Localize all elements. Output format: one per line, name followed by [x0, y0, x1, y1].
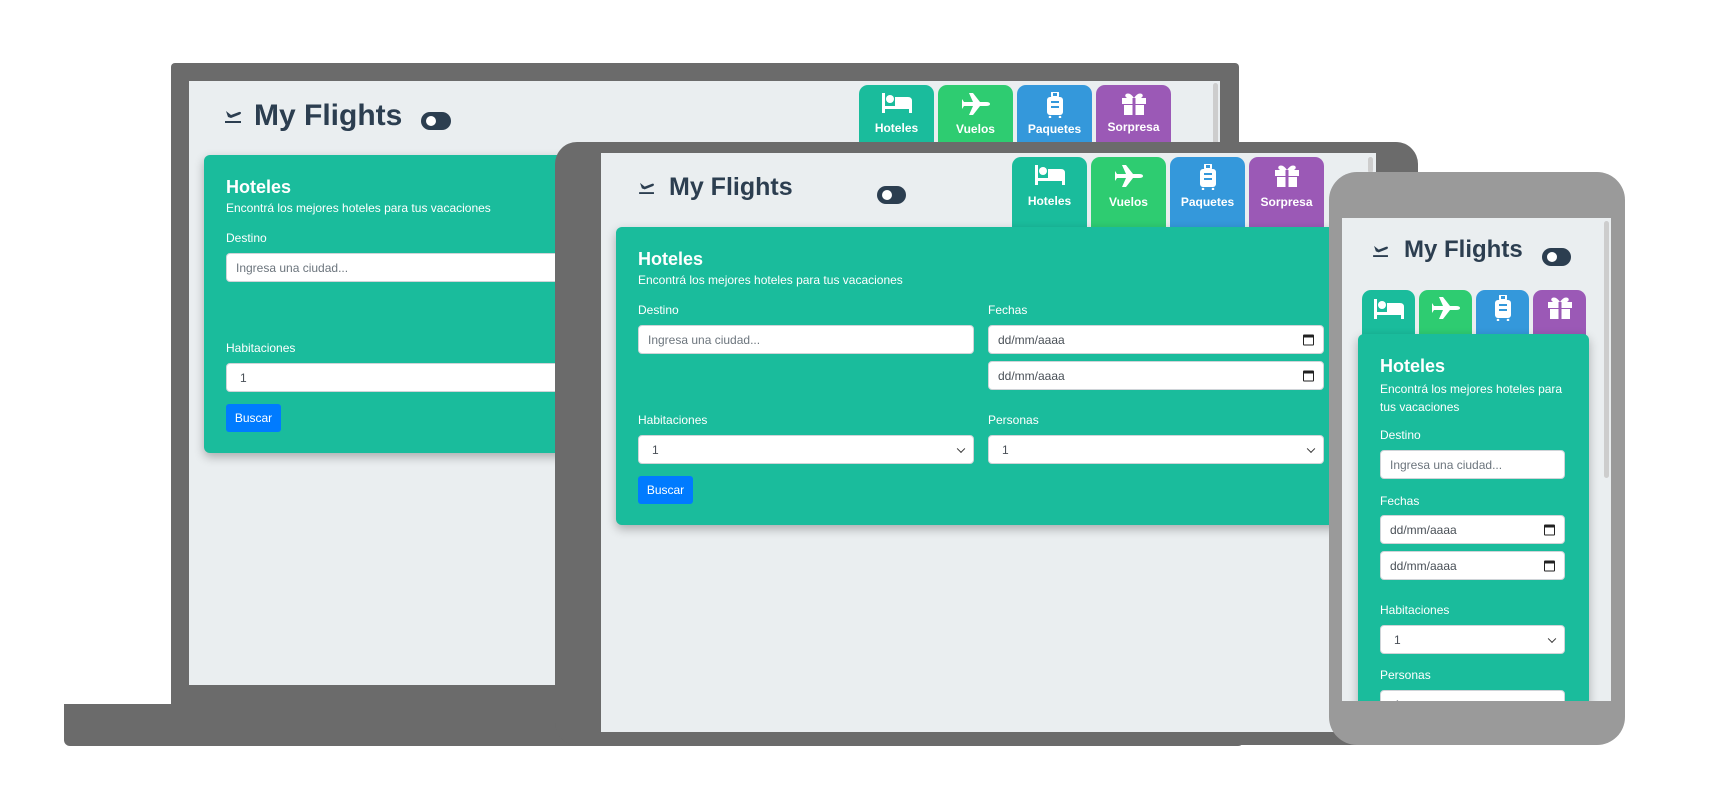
- brand: My Flights: [639, 173, 793, 202]
- gift-icon: [1121, 93, 1146, 115]
- suitcase-icon: [1494, 295, 1511, 321]
- habitaciones-select[interactable]: 1: [1380, 625, 1565, 654]
- habitaciones-label: Habitaciones: [226, 341, 296, 355]
- plane-departure-icon: [639, 182, 654, 194]
- buscar-button[interactable]: Buscar: [638, 476, 693, 504]
- card-subtitle: Encontrá los mejores hoteles para tus va…: [226, 201, 491, 215]
- habitaciones-value: 1: [652, 442, 659, 457]
- destino-label: Destino: [226, 231, 267, 245]
- habitaciones-label: Habitaciones: [1380, 603, 1450, 617]
- app-title: My Flights: [1404, 236, 1523, 263]
- bed-icon: [1373, 299, 1404, 319]
- fecha-inicio-input[interactable]: dd/mm/aaaa: [1380, 515, 1565, 544]
- chevron-down-icon: [1547, 699, 1557, 701]
- personas-label: Personas: [988, 413, 1039, 427]
- personas-select[interactable]: 1: [988, 435, 1324, 464]
- tab-label: Vuelos: [1109, 195, 1148, 209]
- gift-icon: [1547, 297, 1572, 319]
- plane-icon: [1114, 165, 1143, 187]
- destino-input[interactable]: Ingresa una ciudad...: [638, 325, 974, 354]
- search-card: Hoteles Encontrá los mejores hoteles par…: [1358, 334, 1589, 701]
- fecha-fin-placeholder: dd/mm/aaaa: [998, 368, 1065, 383]
- plane-departure-icon: [1373, 245, 1388, 257]
- card-subtitle: Encontrá los mejores hoteles para tus va…: [1380, 382, 1563, 414]
- fecha-inicio-placeholder: dd/mm/aaaa: [998, 332, 1065, 347]
- theme-toggle[interactable]: [877, 186, 906, 204]
- tab-paquetes[interactable]: Paquetes: [1017, 85, 1092, 147]
- fecha-fin-input[interactable]: dd/mm/aaaa: [988, 361, 1324, 390]
- app-title: My Flights: [669, 173, 793, 201]
- personas-label: Personas: [1380, 668, 1431, 682]
- card-title: Hoteles: [226, 177, 292, 197]
- fecha-fin-input[interactable]: dd/mm/aaaa: [1380, 551, 1565, 580]
- chevron-down-icon: [1547, 634, 1557, 643]
- bed-icon: [881, 93, 912, 113]
- habitaciones-value: 1: [240, 370, 247, 385]
- tab-label: Hoteles: [1027, 194, 1072, 208]
- tab-vuelos[interactable]: Vuelos: [1091, 157, 1166, 227]
- personas-value: 1: [1002, 442, 1009, 457]
- tab-bar: [1362, 290, 1586, 335]
- search-card: Hoteles Encontrá los mejores hoteles par…: [616, 227, 1346, 525]
- chevron-down-icon: [1306, 444, 1316, 453]
- tab-bar: Hoteles Vuelos Paquetes Sorpresa: [1012, 157, 1324, 227]
- tab-hoteles[interactable]: Hoteles: [859, 85, 934, 147]
- plane-departure-icon: [225, 111, 241, 123]
- app-title: My Flights: [254, 99, 403, 132]
- tab-hoteles[interactable]: [1362, 290, 1415, 335]
- fecha-inicio-input[interactable]: dd/mm/aaaa: [988, 325, 1324, 354]
- card-title: Hoteles: [1380, 356, 1446, 376]
- fecha-fin-placeholder: dd/mm/aaaa: [1390, 558, 1457, 573]
- tab-bar: Hoteles Vuelos Paquetes Sorpresa: [859, 85, 1171, 147]
- calendar-icon[interactable]: [1544, 524, 1555, 535]
- suitcase-icon: [1199, 164, 1216, 190]
- calendar-icon[interactable]: [1544, 560, 1555, 571]
- personas-select[interactable]: 1: [1380, 690, 1565, 701]
- habitaciones-label: Habitaciones: [638, 413, 708, 427]
- theme-toggle[interactable]: [421, 112, 451, 130]
- tab-label: Hoteles: [874, 121, 919, 135]
- tab-paquetes[interactable]: [1476, 290, 1529, 335]
- tab-sorpresa[interactable]: Sorpresa: [1096, 85, 1171, 147]
- brand: My Flights: [1373, 236, 1523, 264]
- tab-paquetes[interactable]: Paquetes: [1170, 157, 1245, 227]
- tab-sorpresa[interactable]: Sorpresa: [1249, 157, 1324, 227]
- personas-value: 1: [1394, 698, 1401, 702]
- tablet-screen: My Flights Hoteles Vuelos Paquetes Sorpr…: [601, 153, 1376, 732]
- tab-label: Vuelos: [956, 122, 995, 136]
- destino-label: Destino: [1380, 428, 1421, 442]
- calendar-icon[interactable]: [1303, 370, 1314, 381]
- destino-label: Destino: [638, 303, 679, 317]
- scrollbar[interactable]: [1604, 221, 1609, 478]
- theme-toggle[interactable]: [1542, 248, 1571, 266]
- plane-icon: [1431, 297, 1460, 319]
- card-subtitle: Encontrá los mejores hoteles para tus va…: [638, 273, 903, 287]
- habitaciones-value: 1: [1394, 632, 1401, 647]
- phone-screen: My Flights Hoteles Encontrá los mejores …: [1342, 218, 1611, 701]
- scrollbar[interactable]: [1368, 157, 1373, 173]
- tab-vuelos[interactable]: [1419, 290, 1472, 335]
- buscar-button[interactable]: Buscar: [226, 404, 281, 432]
- tab-hoteles[interactable]: Hoteles: [1012, 157, 1087, 227]
- tab-vuelos[interactable]: Vuelos: [938, 85, 1013, 147]
- tab-sorpresa[interactable]: [1533, 290, 1586, 335]
- fechas-label: Fechas: [988, 303, 1028, 317]
- tab-label: Paquetes: [1180, 195, 1235, 209]
- tab-label: Sorpresa: [1107, 120, 1160, 134]
- tab-label: Paquetes: [1027, 122, 1082, 136]
- fecha-inicio-placeholder: dd/mm/aaaa: [1390, 522, 1457, 537]
- destino-input[interactable]: Ingresa una ciudad...: [1380, 450, 1565, 479]
- plane-icon: [961, 93, 990, 115]
- habitaciones-select[interactable]: 1: [638, 435, 974, 464]
- brand: My Flights: [225, 99, 402, 133]
- fechas-label: Fechas: [1380, 494, 1420, 508]
- card-title: Hoteles: [638, 249, 704, 269]
- gift-icon: [1274, 165, 1299, 187]
- scrollbar[interactable]: [1213, 83, 1218, 145]
- tab-label: Sorpresa: [1260, 195, 1313, 209]
- bed-icon: [1034, 165, 1065, 185]
- chevron-down-icon: [956, 444, 966, 453]
- suitcase-icon: [1046, 92, 1063, 118]
- calendar-icon[interactable]: [1303, 334, 1314, 345]
